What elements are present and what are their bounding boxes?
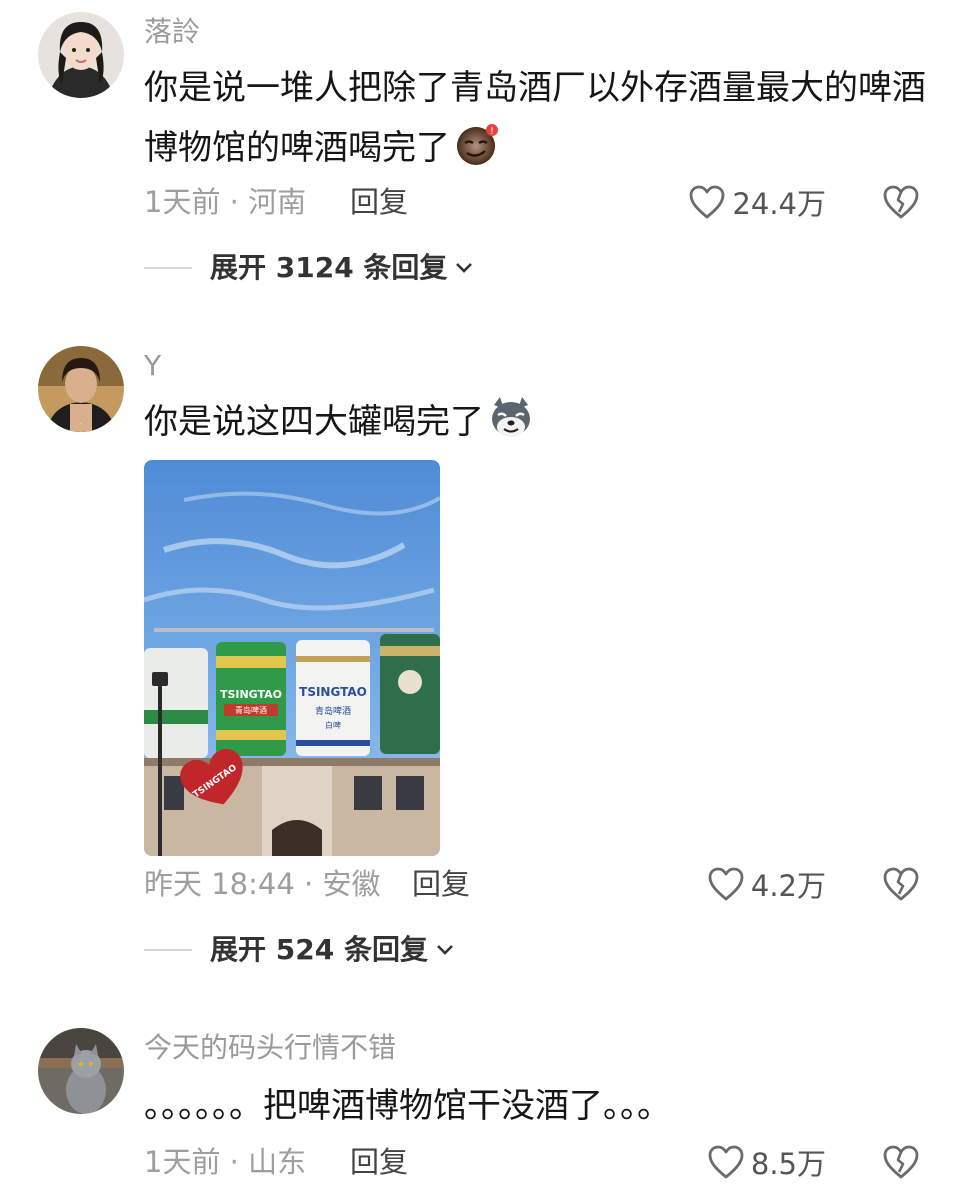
- username[interactable]: 今天的码头行情不错: [144, 1034, 396, 1062]
- heart-outline-icon: [707, 1144, 745, 1184]
- comment-text-body: 。。。。。。把啤酒博物馆干没酒了。。。: [144, 1086, 671, 1126]
- like-button[interactable]: 8.5万: [707, 1144, 826, 1184]
- comment-text: 。。。。。。把啤酒博物馆干没酒了。。。: [144, 1076, 934, 1136]
- broken-heart-icon[interactable]: [882, 1144, 920, 1182]
- like-count: 8.5万: [750, 1146, 826, 1181]
- reply-button[interactable]: 回复: [350, 1148, 408, 1177]
- comment-meta: 1天前 · 山东: [144, 1145, 307, 1179]
- comment-item: 今天的码头行情不错 。。。。。。把啤酒博物馆干没酒了。。。 1天前 · 山东 回…: [0, 0, 960, 1200]
- user-avatar[interactable]: [38, 1028, 124, 1114]
